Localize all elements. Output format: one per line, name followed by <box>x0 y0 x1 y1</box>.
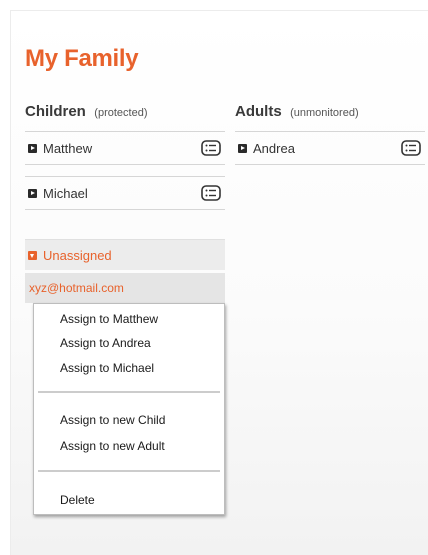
menu-item-assign-andrea[interactable]: Assign to Andrea <box>60 336 151 350</box>
menu-item-assign-michael[interactable]: Assign to Michael <box>60 361 154 375</box>
child-name: Michael <box>43 185 88 201</box>
assign-context-menu: Assign to Matthew Assign to Andrea Assig… <box>33 303 225 515</box>
menu-separator <box>38 391 220 393</box>
expand-arrow-icon[interactable] <box>28 188 37 198</box>
adults-heading: Adults (unmonitored) <box>235 103 359 121</box>
children-heading-note: (protected) <box>94 107 148 119</box>
profile-card-icon[interactable] <box>201 140 221 156</box>
unassigned-email-item[interactable]: xyz@hotmail.com <box>25 273 225 303</box>
child-row-michael[interactable]: Michael <box>25 176 225 210</box>
page-title: My Family <box>25 45 139 72</box>
family-page: My Family Children (protected) Adults (u… <box>10 10 428 555</box>
expand-arrow-icon[interactable] <box>28 143 37 153</box>
adult-row-andrea[interactable]: Andrea <box>235 131 425 165</box>
children-heading-label: Children <box>25 103 86 120</box>
children-heading: Children (protected) <box>25 103 148 121</box>
collapse-arrow-icon[interactable] <box>28 250 37 260</box>
adult-name: Andrea <box>253 140 295 156</box>
adults-heading-label: Adults <box>235 103 282 120</box>
adults-heading-note: (unmonitored) <box>290 107 359 119</box>
profile-card-icon[interactable] <box>401 140 421 156</box>
menu-separator <box>38 470 220 472</box>
child-name: Matthew <box>43 140 93 156</box>
menu-item-delete[interactable]: Delete <box>60 493 95 507</box>
unassigned-group-header[interactable]: Unassigned <box>25 239 225 270</box>
profile-card-icon[interactable] <box>201 185 221 201</box>
menu-item-assign-new-adult[interactable]: Assign to new Adult <box>60 439 165 453</box>
menu-item-assign-new-child[interactable]: Assign to new Child <box>60 413 165 427</box>
child-row-matthew[interactable]: Matthew <box>25 131 225 165</box>
menu-item-assign-matthew[interactable]: Assign to Matthew <box>60 312 158 326</box>
unassigned-email: xyz@hotmail.com <box>29 281 124 295</box>
unassigned-label: Unassigned <box>43 247 112 263</box>
expand-arrow-icon[interactable] <box>238 143 247 153</box>
